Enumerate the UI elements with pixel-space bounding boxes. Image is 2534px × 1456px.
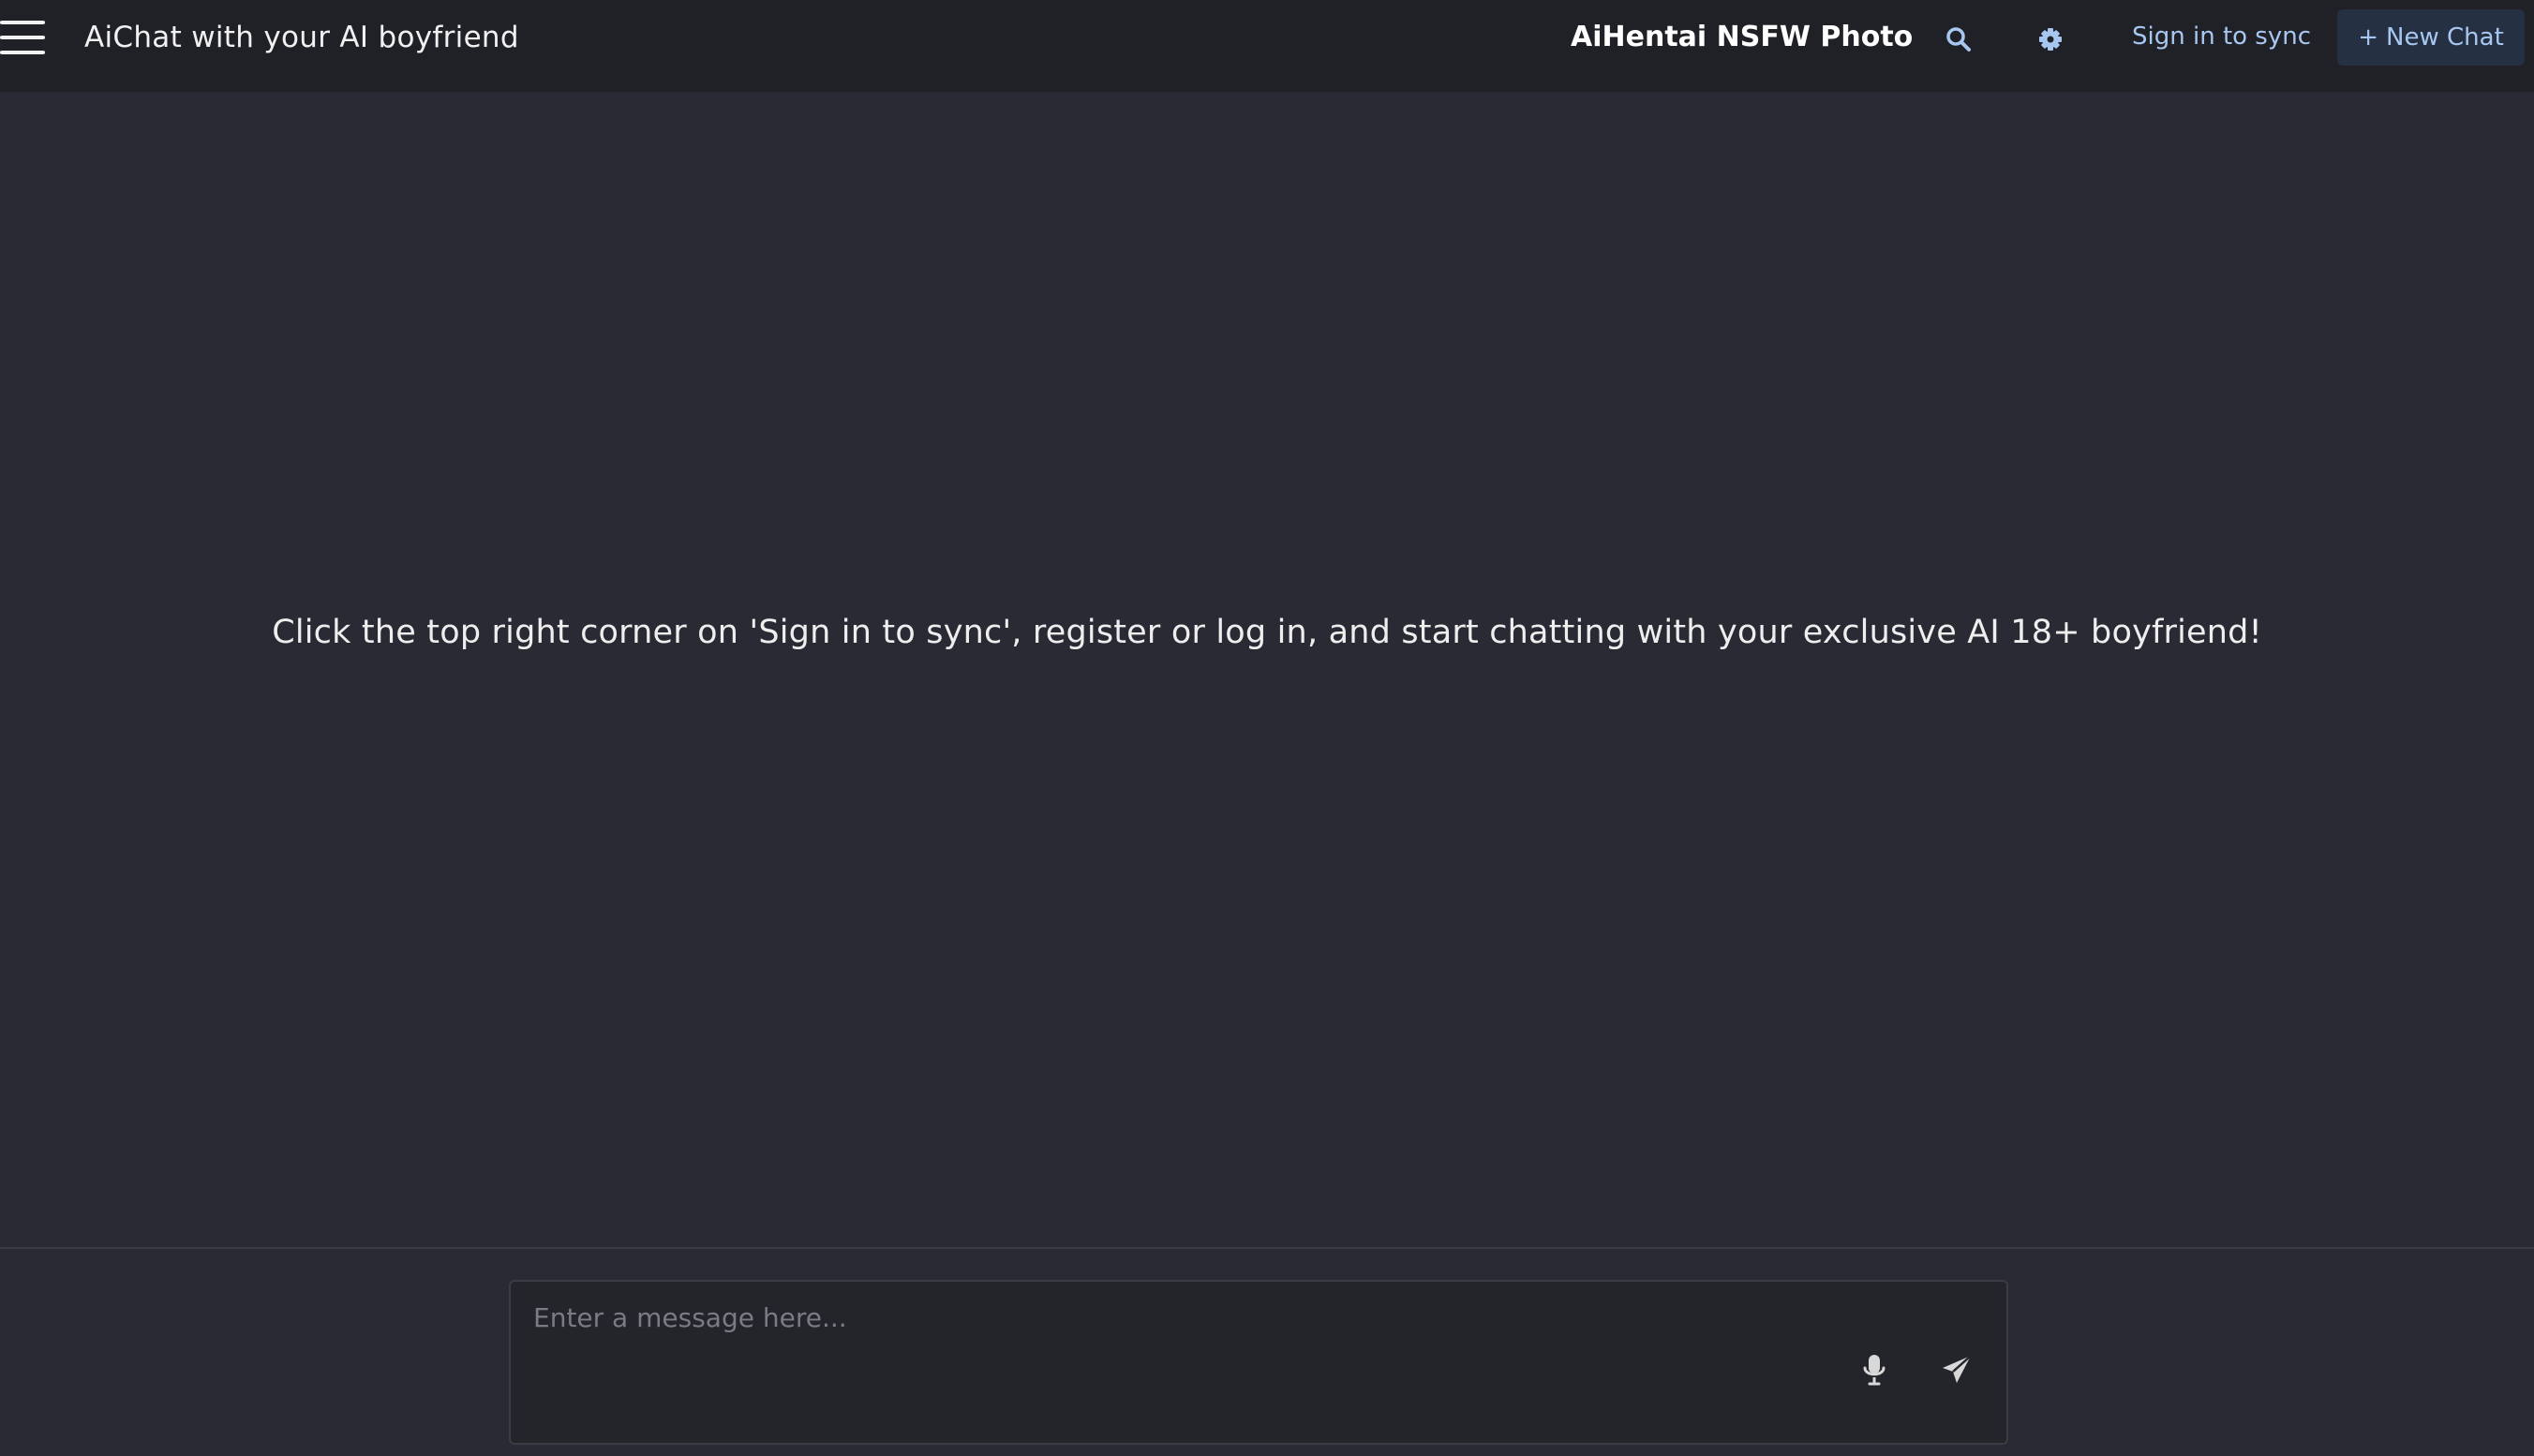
app-title: AiChat with your AI boyfriend (84, 21, 519, 54)
sign-in-to-sync-button[interactable]: Sign in to sync (2132, 22, 2311, 51)
new-chat-button[interactable]: + New Chat (2337, 9, 2525, 66)
composer-divider (0, 1247, 2534, 1249)
plus-icon: + (2358, 23, 2379, 52)
top-header: AiChat with your AI boyfriend AiHentai N… (0, 0, 2534, 92)
new-chat-label: New Chat (2386, 23, 2504, 52)
microphone-icon (1863, 1355, 1886, 1386)
paper-plane-icon (1943, 1355, 1972, 1383)
search-button[interactable] (1940, 21, 1977, 58)
menu-icon-bar (0, 21, 45, 24)
menu-button[interactable] (0, 19, 47, 56)
menu-icon-bar (0, 51, 45, 54)
promo-link[interactable]: AiHentai NSFW Photo (1571, 21, 1913, 53)
voice-input-button[interactable] (1846, 1342, 1902, 1398)
message-composer (509, 1280, 2008, 1445)
gear-icon (2039, 28, 2062, 51)
settings-button[interactable] (2032, 21, 2069, 58)
message-input[interactable] (531, 1300, 1825, 1422)
welcome-message: Click the top right corner on 'Sign in t… (272, 614, 2262, 651)
search-icon (1946, 27, 1971, 52)
menu-icon-bar (0, 36, 45, 39)
send-button[interactable] (1929, 1342, 1985, 1398)
